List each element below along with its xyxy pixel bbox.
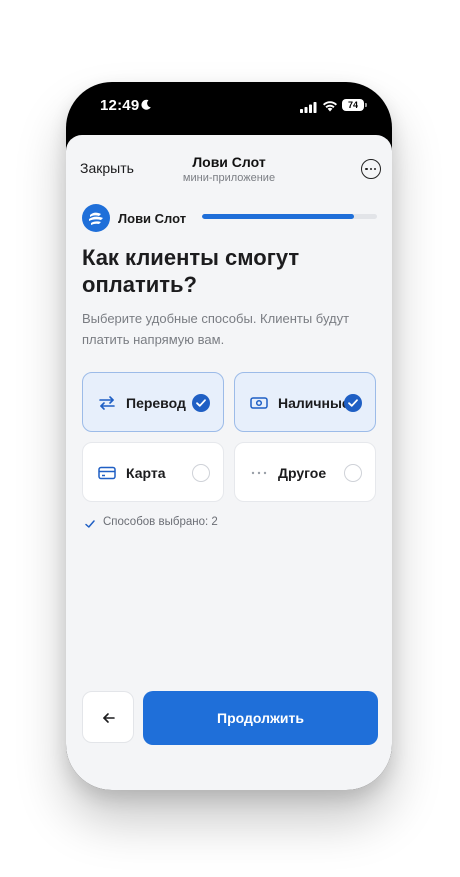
progress-fill: [202, 214, 355, 219]
checkmark-icon: [192, 394, 210, 412]
status-bar: 12:49 74: [66, 82, 392, 134]
back-button[interactable]: [82, 691, 134, 743]
more-options-icon[interactable]: [361, 159, 381, 179]
payment-option-other[interactable]: Другое: [234, 442, 376, 502]
mini-app-sheet: Закрыть Лови Слот мини-приложение Лови С…: [66, 135, 392, 790]
transfer-arrows-icon: [97, 393, 117, 413]
card-icon: [97, 463, 117, 483]
payment-option-cash[interactable]: Наличные: [234, 372, 376, 432]
brand-logo: [82, 204, 110, 232]
battery-tip: [365, 103, 367, 107]
battery-level: 74: [342, 99, 364, 111]
payment-option-transfer[interactable]: Перевод: [82, 372, 224, 432]
arrow-left-icon: [103, 713, 115, 723]
cellular-signal-icon: [300, 100, 317, 118]
page-description: Выберите удобные способы. Клиенты будут …: [82, 311, 350, 347]
selection-count: Способов выбрано: 2: [103, 516, 218, 528]
check-icon: [84, 517, 96, 535]
radio-empty-icon: [192, 464, 210, 482]
continue-button[interactable]: Продолжить: [143, 691, 378, 745]
status-time: 12:49: [100, 97, 140, 114]
wifi-icon: [322, 99, 338, 117]
brand-name: Лови Слот: [118, 211, 187, 226]
checkmark-icon: [344, 394, 362, 412]
option-label: Перевод: [126, 395, 186, 411]
moon-icon: [140, 98, 152, 116]
cash-icon: [249, 393, 269, 413]
page-heading: Как клиенты смогут оплатить?: [82, 245, 300, 297]
more-dots-icon: [249, 463, 269, 483]
onboarding-progress: [202, 214, 377, 219]
app-title: Лови Слот: [192, 154, 266, 170]
option-label: Карта: [126, 465, 166, 481]
option-label: Наличные: [278, 395, 350, 411]
payment-option-card[interactable]: Карта: [82, 442, 224, 502]
radio-empty-icon: [344, 464, 362, 482]
phone-frame: 12:49 74 Закрыть Лови Слот мини-приложен…: [66, 82, 392, 790]
option-label: Другое: [278, 465, 327, 481]
app-subtitle: мини-приложение: [182, 172, 276, 184]
